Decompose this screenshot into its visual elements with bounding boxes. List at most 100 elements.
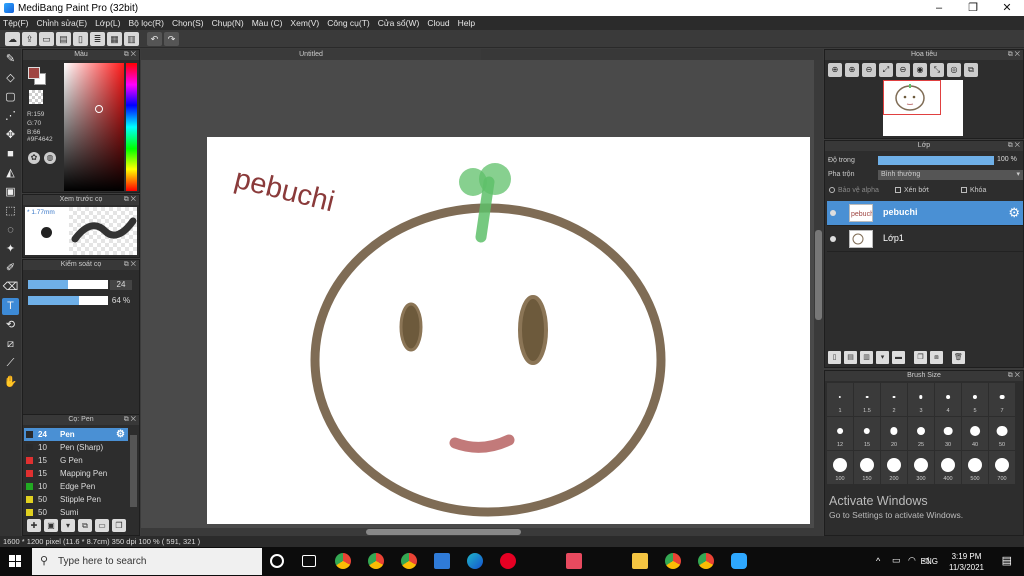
brush-size-cell[interactable]: 5 [962, 383, 988, 416]
duplicate-layer-icon[interactable]: ❐ [914, 351, 927, 364]
divide-tool-icon[interactable]: ⧄ [2, 336, 19, 353]
bucket-tool-icon[interactable]: ◭ [2, 165, 19, 182]
upload-icon[interactable]: ⇪ [22, 31, 37, 46]
panel-close-icon[interactable]: ⧉ ✕ [1008, 141, 1020, 151]
new-layer-icon[interactable]: ▯ [828, 351, 841, 364]
zoom-out-2-icon[interactable]: ⊖ [896, 63, 910, 77]
tray-expand-icon[interactable]: ^ [876, 556, 880, 566]
cortana-icon[interactable] [270, 554, 284, 568]
brush-menu-icon[interactable]: ▾ [61, 519, 75, 532]
panel-close-icon[interactable]: ⧉ ✕ [1008, 371, 1020, 381]
lock-view-icon[interactable]: ⧉ [964, 63, 978, 77]
brush-settings-gear-icon[interactable]: ⚙ [116, 428, 125, 441]
close-button[interactable]: ✕ [990, 0, 1024, 16]
eyedropper-tool-icon[interactable]: ⟋ [2, 355, 19, 372]
flip-icon[interactable]: ⤡ [930, 63, 944, 77]
panel-close-icon[interactable]: ⧉ ✕ [1008, 50, 1020, 60]
navigator-view-frame[interactable] [883, 80, 941, 115]
menu-help[interactable]: Help [458, 18, 475, 28]
comment-icon[interactable]: ▭ [39, 31, 54, 46]
brush-item[interactable]: 24 Pen ⚙ [24, 428, 128, 441]
layer-menu-icon[interactable]: ▾ [876, 351, 889, 364]
layer-row-pebuchi[interactable]: pebuchi pebuchi ⚙ [827, 201, 1023, 226]
menu-edit[interactable]: Chỉnh sửa(E) [37, 18, 88, 28]
brush-size-cell[interactable]: 15 [854, 417, 880, 450]
new-8bit-layer-icon[interactable]: ▥ [860, 351, 873, 364]
lock-checkbox[interactable]: Khóa [961, 187, 986, 194]
add-brush-icon[interactable]: ✚ [27, 519, 41, 532]
chat-icon[interactable]: ▤ [56, 31, 71, 46]
brush-size-cell[interactable]: 4 [935, 383, 961, 416]
file-explorer-icon[interactable] [632, 553, 648, 569]
brush-size-slider[interactable] [28, 280, 108, 289]
brush-item[interactable]: 15 Mapping Pen [24, 467, 128, 480]
brush-size-cell[interactable]: 500 [962, 451, 988, 484]
menu-window[interactable]: Cửa sổ(W) [378, 18, 420, 28]
brush-size-cell[interactable]: 30 [935, 417, 961, 450]
brush-folder-icon[interactable]: ▭ [95, 519, 109, 532]
merge-layer-icon[interactable]: ⧈ [930, 351, 943, 364]
brush-duplicate-icon[interactable]: ❐ [112, 519, 126, 532]
zoom-in-icon[interactable]: ⊕ [828, 63, 842, 77]
blend-mode-select[interactable]: Bình thường ▾ [878, 170, 1023, 180]
brush-item[interactable]: 10 Edge Pen [24, 480, 128, 493]
dot-tool-icon[interactable]: ⋰ [2, 108, 19, 125]
menu-color[interactable]: Màu (C) [252, 18, 283, 28]
zoom-in-2-icon[interactable]: ⊕ [845, 63, 859, 77]
hue-slider[interactable] [126, 63, 137, 191]
brush-list-scrollbar[interactable] [130, 435, 137, 507]
chrome-window-2-icon[interactable] [698, 553, 714, 569]
menu-layer[interactable]: Lớp(L) [95, 18, 120, 28]
delete-layer-icon[interactable]: 🗑 [952, 351, 965, 364]
brush-size-cell[interactable]: 7 [989, 383, 1015, 416]
text-tool-icon[interactable]: T [2, 298, 19, 315]
brush-size-cell[interactable]: 400 [935, 451, 961, 484]
brush-size-cell[interactable]: 300 [908, 451, 934, 484]
brush-tool-icon[interactable]: ✎ [2, 51, 19, 68]
brush-size-cell[interactable]: 100 [827, 451, 853, 484]
menu-filter[interactable]: Bộ lọc(R) [129, 18, 164, 28]
panel-close-icon[interactable]: ⧉ ✕ [124, 50, 136, 60]
page-list-icon[interactable]: ≣ [90, 31, 105, 46]
gradient-tool-icon[interactable]: ▣ [2, 184, 19, 201]
layer-settings-gear-icon[interactable]: ⚙ [1008, 205, 1020, 221]
layer-row-lop1[interactable]: Lớp1 [827, 227, 1023, 252]
visibility-icon[interactable] [830, 236, 836, 242]
taskbar-search-input[interactable]: ⚲ Type here to search [32, 548, 262, 575]
move-tool-icon[interactable]: ✥ [2, 127, 19, 144]
menu-file[interactable]: Tệp(F) [3, 18, 29, 28]
copy-brush-icon[interactable]: ⧉ [78, 519, 92, 532]
brush-item[interactable]: 10 Pen (Sharp) [24, 441, 128, 454]
battery-icon[interactable]: ▭ [892, 555, 901, 566]
operation-tool-icon[interactable]: ⟲ [2, 317, 19, 334]
brush-size-cell[interactable]: 50 [989, 417, 1015, 450]
lasso-tool-icon[interactable]: ◌ [2, 222, 19, 239]
zoom-out-icon[interactable]: ⊖ [862, 63, 876, 77]
panel-close-icon[interactable]: ⧉ ✕ [124, 195, 136, 205]
document-tab[interactable]: Untitled [141, 49, 481, 60]
brush-opacity-slider[interactable] [28, 296, 108, 305]
brush-size-value[interactable]: 24 [110, 280, 132, 290]
maximize-button[interactable]: ❐ [956, 0, 990, 16]
menu-cloud[interactable]: Cloud [427, 18, 449, 28]
taskbar-clock[interactable]: 3:19 PM 11/3/2021 [949, 551, 984, 573]
new-halftone-layer-icon[interactable]: ▤ [844, 351, 857, 364]
canvas-horizontal-scrollbar[interactable] [141, 528, 823, 536]
select-eraser-icon[interactable]: ⌫ [2, 279, 19, 296]
visibility-icon[interactable] [830, 210, 836, 216]
fill-rect-tool-icon[interactable]: ■ [2, 146, 19, 163]
panel-close-icon[interactable]: ⧉ ✕ [124, 415, 136, 425]
brush-size-cell[interactable]: 200 [881, 451, 907, 484]
edge-icon[interactable] [467, 553, 483, 569]
store-icon[interactable] [434, 553, 450, 569]
brush-size-cell[interactable]: 12 [827, 417, 853, 450]
drawing-canvas[interactable]: pebuchi [207, 137, 810, 524]
color-palette-icon[interactable]: ◍ [44, 152, 56, 164]
cloud-icon[interactable]: ☁ [5, 31, 20, 46]
task-view-icon[interactable] [302, 555, 316, 567]
magic-wand-icon[interactable]: ✦ [2, 241, 19, 258]
wifi-icon[interactable]: ◠ [908, 555, 916, 566]
menu-view[interactable]: Xem(V) [290, 18, 319, 28]
color-picker-cursor[interactable] [95, 105, 103, 113]
gift-app-icon[interactable] [566, 553, 582, 569]
